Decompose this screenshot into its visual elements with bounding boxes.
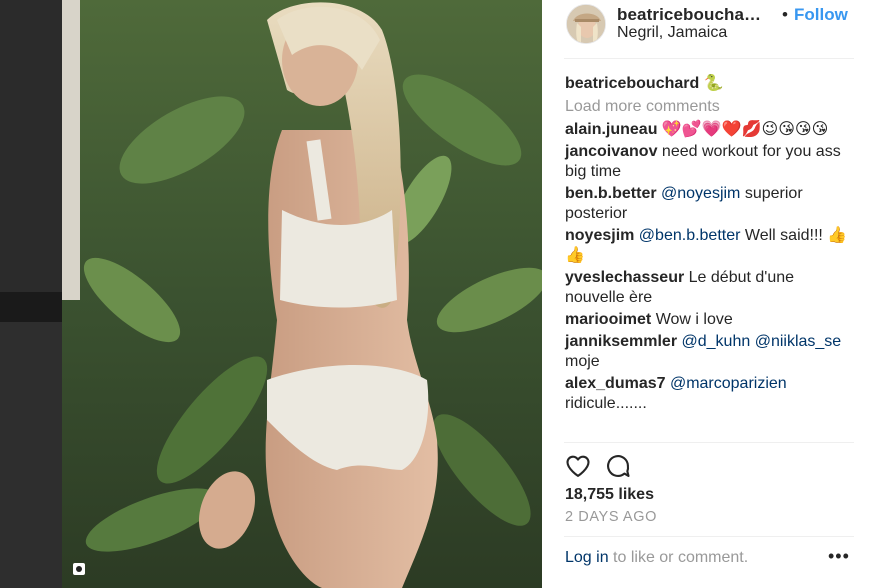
post-author-username[interactable]: beatricebouchа…: [617, 5, 761, 25]
comment-text: 💖💕💗❤️💋😉😘😘😘: [657, 121, 829, 138]
comment-item: janniksemmler @d_kuhn @niiklas_se moje: [565, 332, 855, 372]
comment-username[interactable]: alex_dumas7: [565, 375, 666, 392]
comment-item: noyesjim @ben.b.better Well said!!! 👍👍: [565, 226, 855, 266]
caption-text: 🐍: [703, 75, 724, 92]
post-sidebar: beatricebouchа… • Follow Negril, Jamaica…: [542, 0, 876, 588]
comment-mention[interactable]: @ben.b.better: [634, 227, 741, 244]
footer-divider: [564, 536, 854, 537]
header-separator: •: [782, 5, 788, 24]
comments-divider: [564, 442, 854, 443]
comment-text: moje: [565, 353, 600, 370]
caption-username[interactable]: beatricebouchard: [565, 75, 699, 92]
load-more-comments-button[interactable]: Load more comments: [565, 97, 855, 117]
comment-username[interactable]: alain.juneau: [565, 121, 657, 138]
avatar-image: [567, 5, 605, 43]
comment-text: ridicule.......: [565, 395, 647, 412]
login-link[interactable]: Log in: [565, 549, 609, 566]
comment-item: alex_dumas7 @marcoparizien ridicule.....…: [565, 374, 855, 414]
comment-username[interactable]: ben.b.better: [565, 185, 657, 202]
post-timestamp[interactable]: 2 DAYS AGO: [565, 509, 657, 525]
login-prompt-text: to like or comment.: [608, 549, 749, 566]
like-count[interactable]: 18,755 likes: [565, 486, 654, 504]
comment-username[interactable]: noyesjim: [565, 227, 634, 244]
comment-mention[interactable]: @d_kuhn: [677, 333, 751, 350]
comment-item: yveslechasseur Le début d'une nouvelle è…: [565, 268, 855, 308]
comment-icon[interactable]: [604, 452, 632, 480]
comment-item: ben.b.better @noyesjim superior posterio…: [565, 184, 855, 224]
comment-item: alain.juneau 💖💕💗❤️💋😉😘😘😘: [565, 120, 855, 140]
avatar[interactable]: [566, 4, 606, 44]
comment-username[interactable]: jancoivanov: [565, 143, 657, 160]
backdrop-shade-top: [0, 0, 62, 292]
heart-icon[interactable]: [564, 452, 592, 480]
comment-username[interactable]: yveslechasseur: [565, 269, 684, 286]
instagram-post-view: beatricebouchа… • Follow Negril, Jamaica…: [0, 0, 876, 588]
comment-items: alain.juneau 💖💕💗❤️💋😉😘😘😘 jancoivanov need …: [565, 120, 855, 414]
follow-button[interactable]: Follow: [794, 5, 848, 25]
comments-list: beatricebouchard 🐍 Load more comments al…: [565, 74, 855, 416]
comment-mention[interactable]: @noyesjim: [657, 185, 740, 202]
comment-item: jancoivanov need workout for you ass big…: [565, 142, 855, 182]
comment-item: mariooimet Wow i love: [565, 310, 855, 330]
header-divider: [564, 58, 854, 59]
post-location[interactable]: Negril, Jamaica: [617, 24, 727, 42]
post-photo[interactable]: [62, 0, 542, 588]
comment-mention[interactable]: @marcoparizien: [666, 375, 787, 392]
page-backdrop: [0, 0, 62, 588]
carousel-icon: [72, 562, 86, 576]
caption: beatricebouchard 🐍: [565, 74, 855, 94]
login-prompt: Log in to like or comment.: [565, 549, 748, 567]
backdrop-shade-bottom: [0, 322, 62, 588]
comment-username[interactable]: janniksemmler: [565, 333, 677, 350]
post-header: beatricebouchа… • Follow Negril, Jamaica: [542, 0, 876, 52]
post-photo-image: [62, 0, 542, 588]
comment-username[interactable]: mariooimet: [565, 311, 651, 328]
comment-mention[interactable]: @niiklas_se: [750, 333, 842, 350]
more-options-icon[interactable]: •••: [828, 546, 850, 567]
comment-text: Wow i love: [651, 311, 733, 328]
